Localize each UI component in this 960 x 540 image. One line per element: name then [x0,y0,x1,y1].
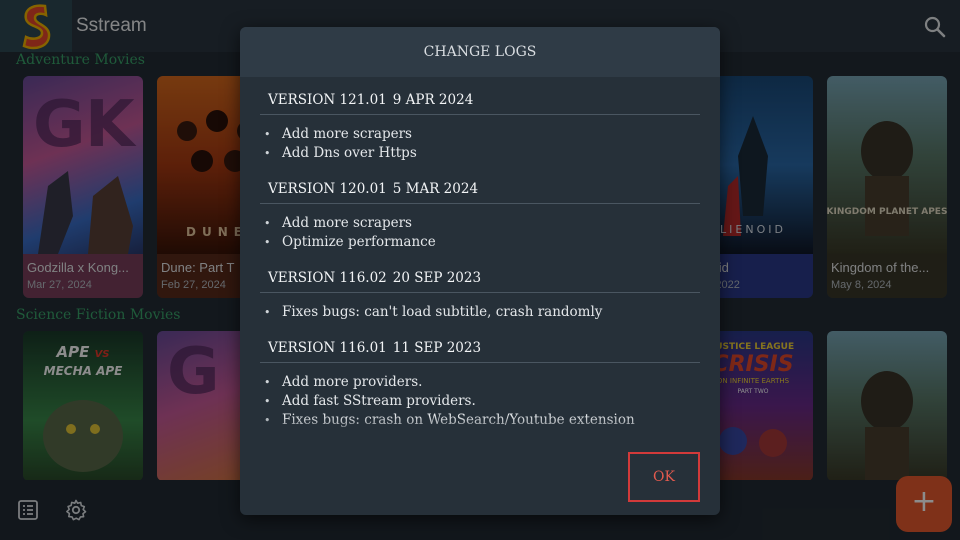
version-number: VERSION 120.01 [268,181,387,197]
dialog-title: CHANGE LOGS [240,27,720,77]
version-number: VERSION 121.01 [268,92,387,108]
version-entry: VERSION 116.02 20 SEP 2023 Fixes bugs: can… [260,261,700,322]
version-number: VERSION 116.02 [268,270,387,286]
version-header: VERSION 121.01 9 APR 2024 [260,83,700,115]
scroll-fade [260,415,700,441]
change-item: Optimize performance [260,233,700,252]
version-header: VERSION 116.02 20 SEP 2023 [260,261,700,293]
version-header: VERSION 116.01 11 SEP 2023 [260,331,700,363]
version-number: VERSION 116.01 [268,340,387,356]
change-item: Add fast SStream providers. [260,392,700,411]
ok-button[interactable]: OK [628,452,700,502]
change-item: Add more providers. [260,373,700,392]
change-item: Add more scrapers [260,214,700,233]
version-date: 5 MAR 2024 [392,181,479,197]
version-entry: VERSION 120.01 5 MAR 2024 Add more scraper… [260,172,700,252]
version-header: VERSION 120.01 5 MAR 2024 [260,172,700,204]
version-date: 20 SEP 2023 [392,270,482,286]
version-entry: VERSION 121.01 9 APR 2024 Add more scraper… [260,83,700,163]
version-date: 11 SEP 2023 [392,340,482,356]
changelog-list[interactable]: VERSION 121.01 9 APR 2024 Add more scraper… [260,83,700,441]
change-item: Add more scrapers [260,125,700,144]
version-date: 9 APR 2024 [392,92,474,108]
changelog-dialog: CHANGE LOGS VERSION 121.01 9 APR 2024 Add … [240,27,720,515]
change-item: Fixes bugs: can't load subtitle, crash r… [260,303,700,322]
change-item: Add Dns over Https [260,144,700,163]
